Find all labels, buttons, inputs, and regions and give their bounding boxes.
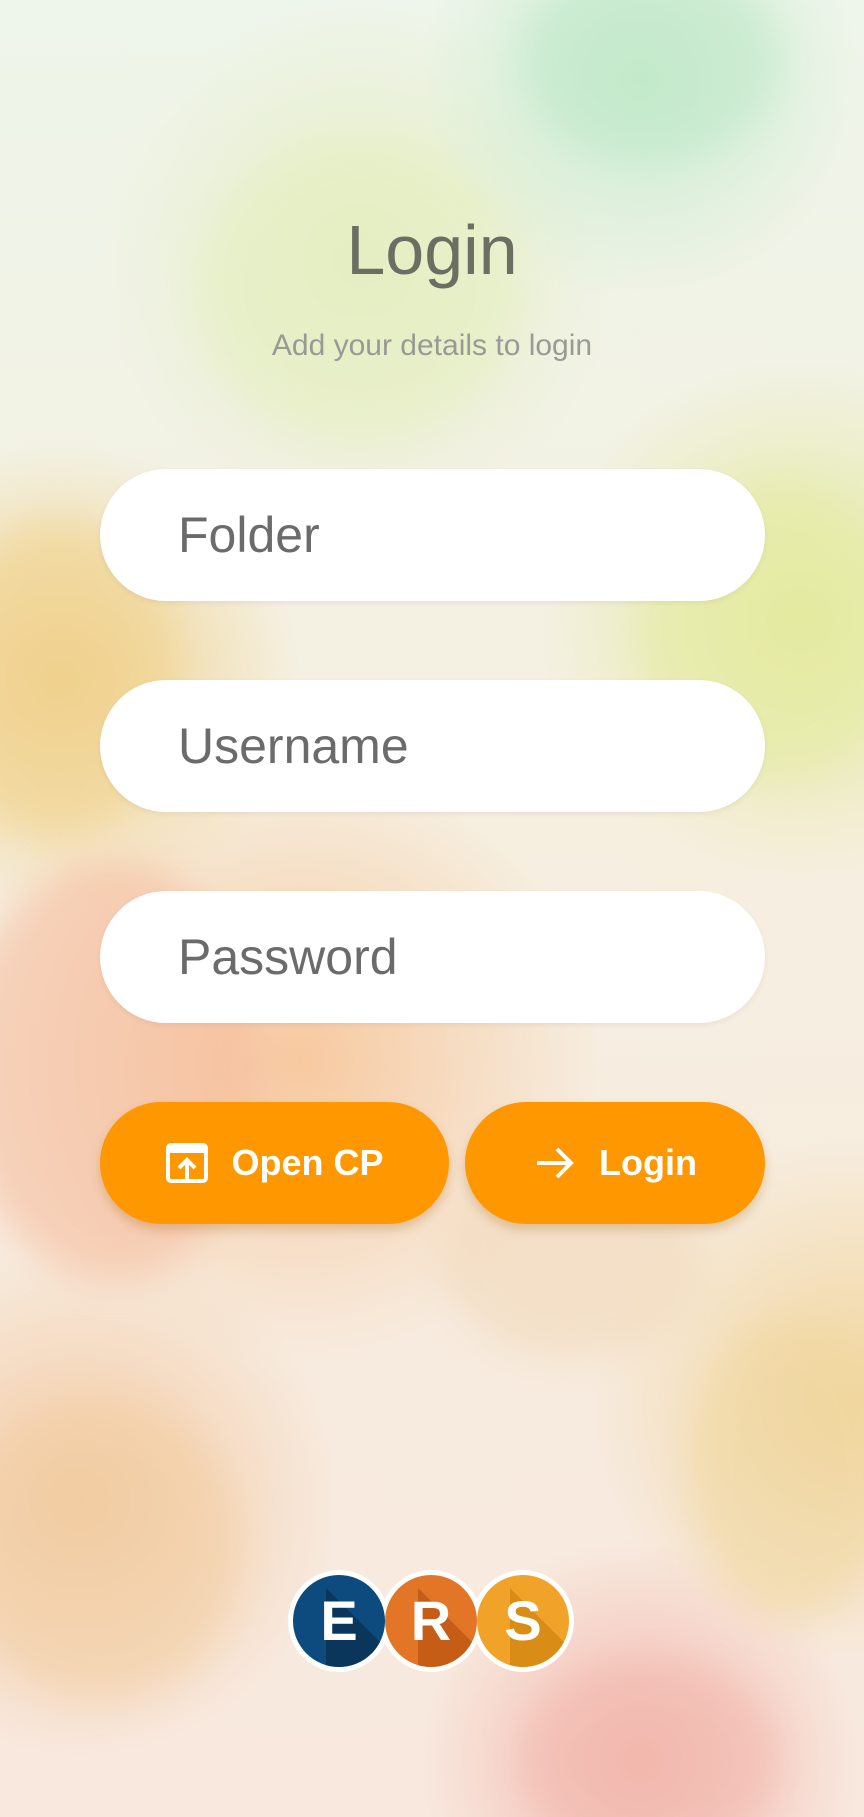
page-subtitle: Add your details to login (271, 329, 593, 362)
username-input[interactable] (178, 680, 718, 812)
folder-field[interactable] (100, 469, 765, 601)
logo-letter-r: R (411, 1589, 451, 1652)
bg-blob (520, 0, 780, 160)
open-cp-button[interactable]: Open CP (100, 1102, 449, 1224)
username-field[interactable] (100, 680, 765, 812)
login-label: Login (599, 1142, 697, 1183)
logo-letter-s: S (504, 1589, 541, 1652)
page-title: Login (346, 211, 518, 289)
login-button[interactable]: Login (465, 1102, 765, 1224)
bg-blob (690, 1320, 864, 1620)
open-cp-label: Open CP (231, 1142, 384, 1183)
arrow-right-icon (533, 1141, 577, 1185)
bg-blob (520, 1660, 780, 1817)
ers-logo: E R S (286, 1568, 576, 1674)
password-field[interactable] (100, 891, 765, 1023)
folder-input[interactable] (178, 469, 718, 601)
logo-letter-e: E (320, 1589, 357, 1652)
open-in-browser-icon (165, 1141, 209, 1185)
password-input[interactable] (178, 891, 718, 1023)
bg-blob (0, 1400, 240, 1700)
